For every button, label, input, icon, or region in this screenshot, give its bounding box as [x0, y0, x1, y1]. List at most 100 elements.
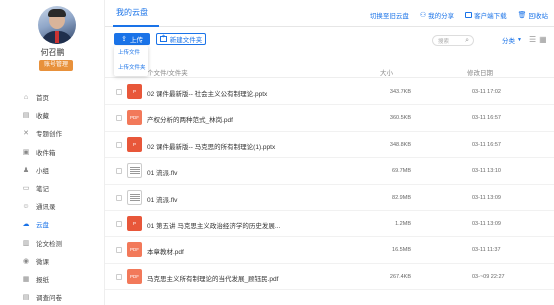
- file-size: 82.9MB: [392, 194, 411, 201]
- cloud-icon: ☁: [22, 221, 30, 229]
- switch-old-cloud-link[interactable]: 切换至旧云盘: [370, 10, 409, 20]
- sidebar: 何召鹏 账号管理 ⌂ 首页 ▤ 收藏 ✕ 专题创作 ▣ 收件箱 ♟ 小组 ▭ 笔记 ☺ 通讯录 ☁ 云盘 ▥ 论文…: [0, 0, 105, 305]
- file-date: 03-~09 22:27: [472, 273, 505, 280]
- table-row[interactable]: P 01 第五讲 马克思主义政治经济学的历史发展... 1.2MB 03-11 13:…: [105, 211, 554, 238]
- account-management-button[interactable]: 账号管理: [39, 60, 73, 71]
- sidebar-item-paper-check[interactable]: ▥ 论文检测: [0, 234, 105, 252]
- sidebar-item-home[interactable]: ⌂ 首页: [0, 88, 105, 106]
- file-name[interactable]: 马克思主义所有制理论的当代发展_顾钰民.pdf: [147, 273, 278, 283]
- search-input[interactable]: 搜索 ⌕: [432, 35, 474, 46]
- recycle-bin-link[interactable]: 🗑 回收站: [518, 10, 548, 20]
- ppt-file-icon: P: [127, 84, 142, 99]
- sidebar-nav: ⌂ 首页 ▤ 收藏 ✕ 专题创作 ▣ 收件箱 ♟ 小组 ▭ 笔记 ☺ 通讯录 ☁ 云盘 ▥ 论文检测 ◉ 微课 ▦ 报纸 ▤…: [0, 88, 105, 305]
- inbox-icon: ▣: [22, 148, 30, 156]
- group-icon: ♟: [22, 166, 30, 174]
- video-file-icon: [127, 189, 142, 205]
- table-row[interactable]: PDF 产权分析的两种范式_林岗.pdf 360.5KB 03-11 16:57: [105, 105, 554, 132]
- search-icon[interactable]: ⌕: [465, 37, 469, 45]
- sidebar-item-label: 收件箱: [36, 149, 56, 157]
- row-checkbox[interactable]: [116, 115, 122, 122]
- sidebar-item-label: 调查问卷: [36, 295, 62, 303]
- chevron-down-icon: ▼: [517, 37, 522, 43]
- sidebar-item-group[interactable]: ♟ 小组: [0, 161, 105, 179]
- ppt-file-icon: P: [127, 215, 142, 231]
- sidebar-item-topic[interactable]: ✕ 专题创作: [0, 124, 105, 142]
- file-name[interactable]: 02 课件最新版-- 马克思的所有制理论(1).pptx: [147, 141, 275, 151]
- view-toggle: ☰ ▦: [529, 35, 547, 45]
- new-folder-button[interactable]: 新建文件夹: [156, 33, 206, 45]
- file-date: 03-11 13:10: [472, 168, 501, 175]
- sidebar-item-survey[interactable]: ▤ 调查问卷: [0, 288, 105, 305]
- table-row[interactable]: 01 流派.flv 69.7MB 03-11 13:10: [105, 158, 554, 185]
- file-name[interactable]: 01 流派.flv: [147, 167, 177, 177]
- share-icon: ⚇: [419, 12, 427, 19]
- ppt-file-icon: P: [127, 136, 142, 152]
- pdf-file-icon: PDF: [127, 110, 142, 126]
- bookmark-icon: ▤: [22, 112, 30, 120]
- file-size: 343.7KB: [389, 89, 411, 95]
- sidebar-item-label: 首页: [36, 95, 49, 103]
- row-checkbox[interactable]: [116, 273, 122, 280]
- column-name[interactable]: 个文件/文件夹: [147, 67, 188, 77]
- client-download-link[interactable]: 客户端下载: [465, 10, 507, 20]
- upload-file-option[interactable]: 上传文件: [114, 46, 148, 61]
- upload-button[interactable]: ⇪ 上传: [114, 33, 150, 45]
- file-size: 267.4KB: [389, 273, 411, 280]
- table-row[interactable]: P 02 课件最新版-- 马克思的所有制理论(1).pptx 348.8KB 03-1…: [105, 132, 554, 159]
- row-checkbox[interactable]: [116, 194, 122, 201]
- sidebar-item-label: 笔记: [36, 186, 49, 194]
- avatar[interactable]: [38, 6, 76, 44]
- upload-folder-option[interactable]: 上传文件夹: [114, 61, 148, 76]
- sidebar-item-inbox[interactable]: ▣ 收件箱: [0, 143, 105, 161]
- active-tab-indicator: [113, 25, 159, 27]
- file-date: 03-11 11:37: [472, 247, 501, 254]
- file-name[interactable]: 产权分析的两种范式_林岗.pdf: [147, 114, 233, 124]
- tab-my-cloud-disk[interactable]: 我的云盘: [116, 7, 148, 18]
- row-checkbox[interactable]: [116, 89, 122, 95]
- sidebar-item-label: 微课: [36, 258, 49, 266]
- row-checkbox[interactable]: [116, 247, 122, 254]
- category-dropdown[interactable]: 分类 ▼: [502, 35, 522, 45]
- table-row[interactable]: P 02 课件最新版-- 社会主义公有制理论.pptx 343.7KB 03-11 1…: [105, 79, 554, 106]
- trash-icon: 🗑: [517, 12, 527, 19]
- sidebar-item-bookmark[interactable]: ▤ 收藏: [0, 106, 105, 124]
- grid-view-icon[interactable]: ▦: [539, 35, 547, 45]
- file-date: 03-11 16:57: [472, 141, 501, 148]
- file-size: 1.2MB: [395, 220, 411, 227]
- sidebar-item-microlesson[interactable]: ◉ 微课: [0, 252, 105, 270]
- file-name[interactable]: 02 课件最新版-- 社会主义公有制理论.pptx: [147, 88, 267, 98]
- column-size[interactable]: 大小: [380, 67, 393, 77]
- sidebar-item-label: 专题创作: [36, 131, 62, 139]
- my-shares-link[interactable]: ⚇ 我的分享: [420, 10, 454, 20]
- file-name[interactable]: 本章教材.pdf: [147, 246, 184, 256]
- microlesson-icon: ◉: [22, 257, 30, 265]
- row-checkbox[interactable]: [116, 168, 122, 175]
- file-name[interactable]: 01 第五讲 马克思主义政治经济学的历史发展...: [147, 220, 280, 230]
- sidebar-item-note[interactable]: ▭ 笔记: [0, 179, 105, 197]
- sidebar-item-newspaper[interactable]: ▦ 报纸: [0, 270, 105, 288]
- file-size: 348.8KB: [389, 141, 411, 148]
- table-row[interactable]: PDF 马克思主义所有制理论的当代发展_顾钰民.pdf 267.4KB 03-~09 …: [105, 264, 554, 291]
- file-name[interactable]: 01 流派.flv: [147, 194, 177, 204]
- row-checkbox[interactable]: [116, 220, 122, 227]
- sidebar-item-contacts[interactable]: ☺ 通讯录: [0, 197, 105, 215]
- list-view-icon[interactable]: ☰: [529, 35, 536, 45]
- file-size: 69.7MB: [392, 168, 411, 175]
- video-file-icon: [127, 163, 142, 179]
- pdf-file-icon: PDF: [127, 242, 142, 258]
- home-icon: ⌂: [23, 93, 29, 101]
- column-date[interactable]: 修改日期: [467, 67, 493, 77]
- newspaper-icon: ▦: [22, 275, 30, 283]
- sidebar-item-label: 论文检测: [36, 240, 62, 248]
- download-icon: [465, 12, 473, 18]
- sidebar-item-cloud[interactable]: ☁ 云盘: [0, 215, 105, 233]
- sidebar-item-label: 收藏: [36, 113, 49, 121]
- sidebar-item-label: 云盘: [36, 222, 49, 230]
- table-row[interactable]: PDF 本章教材.pdf 16.5MB 03-11 11:37: [105, 237, 554, 264]
- row-checkbox[interactable]: [116, 141, 122, 148]
- username: 何召鹏: [40, 48, 65, 57]
- file-list: P 02 课件最新版-- 社会主义公有制理论.pptx 343.7KB 03-11 1…: [105, 79, 554, 291]
- sidebar-item-label: 通讯录: [36, 204, 56, 212]
- table-row[interactable]: 01 流派.flv 82.9MB 03-11 13:09: [105, 185, 554, 211]
- file-size: 16.5MB: [392, 247, 411, 254]
